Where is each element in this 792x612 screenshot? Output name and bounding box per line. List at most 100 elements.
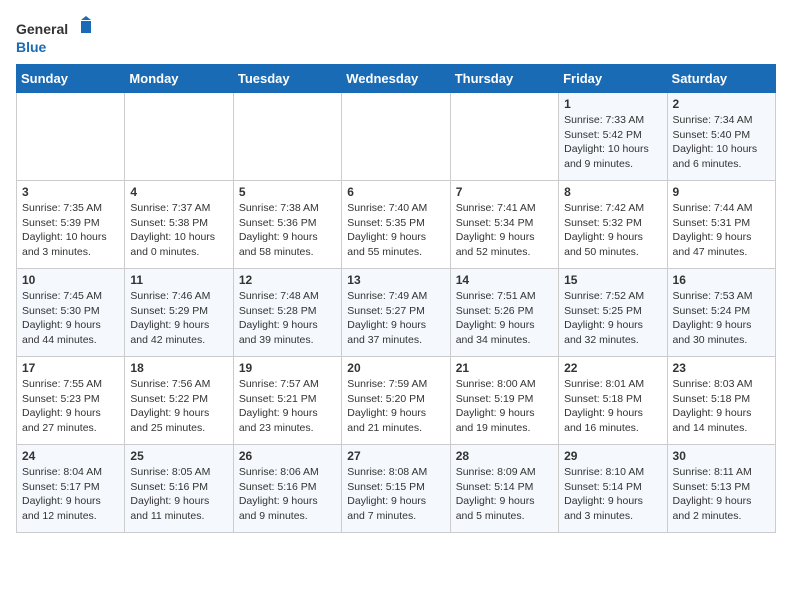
week-row-3: 10 Sunrise: 7:45 AM Sunset: 5:30 PM Dayl… — [17, 269, 776, 357]
day-number: 17 — [22, 361, 119, 375]
sunrise-text: Sunrise: 7:41 AM — [456, 202, 536, 214]
sunrise-text: Sunrise: 8:09 AM — [456, 466, 536, 478]
sunrise-text: Sunrise: 8:11 AM — [673, 466, 752, 478]
day-info: Sunrise: 8:05 AM Sunset: 5:16 PM Dayligh… — [130, 465, 227, 524]
day-info: Sunrise: 7:34 AM Sunset: 5:40 PM Dayligh… — [673, 113, 770, 172]
day-info: Sunrise: 7:59 AM Sunset: 5:20 PM Dayligh… — [347, 377, 444, 436]
week-row-1: 1 Sunrise: 7:33 AM Sunset: 5:42 PM Dayli… — [17, 93, 776, 181]
sunrise-text: Sunrise: 7:49 AM — [347, 290, 427, 302]
sunset-text: Sunset: 5:36 PM — [239, 217, 317, 229]
daylight-text: Daylight: 10 hours and 6 minutes. — [673, 143, 758, 170]
day-info: Sunrise: 7:41 AM Sunset: 5:34 PM Dayligh… — [456, 201, 553, 260]
sunrise-text: Sunrise: 7:59 AM — [347, 378, 427, 390]
day-number: 14 — [456, 273, 553, 287]
calendar-cell: 28 Sunrise: 8:09 AM Sunset: 5:14 PM Dayl… — [450, 445, 558, 533]
calendar-cell: 10 Sunrise: 7:45 AM Sunset: 5:30 PM Dayl… — [17, 269, 125, 357]
sunset-text: Sunset: 5:19 PM — [456, 393, 534, 405]
day-number: 6 — [347, 185, 444, 199]
calendar-cell: 17 Sunrise: 7:55 AM Sunset: 5:23 PM Dayl… — [17, 357, 125, 445]
day-info: Sunrise: 7:45 AM Sunset: 5:30 PM Dayligh… — [22, 289, 119, 348]
sunset-text: Sunset: 5:14 PM — [456, 481, 534, 493]
daylight-text: Daylight: 9 hours and 11 minutes. — [130, 495, 209, 522]
daylight-text: Daylight: 9 hours and 19 minutes. — [456, 407, 535, 434]
day-number: 13 — [347, 273, 444, 287]
sunset-text: Sunset: 5:16 PM — [130, 481, 208, 493]
sunrise-text: Sunrise: 7:45 AM — [22, 290, 102, 302]
sunrise-text: Sunrise: 7:34 AM — [673, 114, 753, 126]
day-header-monday: Monday — [125, 65, 233, 93]
daylight-text: Daylight: 9 hours and 27 minutes. — [22, 407, 101, 434]
week-row-4: 17 Sunrise: 7:55 AM Sunset: 5:23 PM Dayl… — [17, 357, 776, 445]
day-header-wednesday: Wednesday — [342, 65, 450, 93]
daylight-text: Daylight: 9 hours and 25 minutes. — [130, 407, 209, 434]
sunset-text: Sunset: 5:42 PM — [564, 129, 642, 141]
daylight-text: Daylight: 10 hours and 9 minutes. — [564, 143, 649, 170]
daylight-text: Daylight: 9 hours and 34 minutes. — [456, 319, 535, 346]
day-info: Sunrise: 7:49 AM Sunset: 5:27 PM Dayligh… — [347, 289, 444, 348]
sunset-text: Sunset: 5:39 PM — [22, 217, 100, 229]
calendar-cell — [450, 93, 558, 181]
day-info: Sunrise: 8:10 AM Sunset: 5:14 PM Dayligh… — [564, 465, 661, 524]
daylight-text: Daylight: 9 hours and 32 minutes. — [564, 319, 643, 346]
sunrise-text: Sunrise: 7:57 AM — [239, 378, 319, 390]
day-info: Sunrise: 8:03 AM Sunset: 5:18 PM Dayligh… — [673, 377, 770, 436]
day-header-friday: Friday — [559, 65, 667, 93]
day-header-sunday: Sunday — [17, 65, 125, 93]
day-info: Sunrise: 7:52 AM Sunset: 5:25 PM Dayligh… — [564, 289, 661, 348]
day-number: 20 — [347, 361, 444, 375]
day-info: Sunrise: 8:00 AM Sunset: 5:19 PM Dayligh… — [456, 377, 553, 436]
sunset-text: Sunset: 5:30 PM — [22, 305, 100, 317]
day-info: Sunrise: 7:48 AM Sunset: 5:28 PM Dayligh… — [239, 289, 336, 348]
calendar-cell: 30 Sunrise: 8:11 AM Sunset: 5:13 PM Dayl… — [667, 445, 775, 533]
day-number: 12 — [239, 273, 336, 287]
day-number: 5 — [239, 185, 336, 199]
sunrise-text: Sunrise: 7:35 AM — [22, 202, 102, 214]
daylight-text: Daylight: 10 hours and 0 minutes. — [130, 231, 215, 258]
day-number: 10 — [22, 273, 119, 287]
daylight-text: Daylight: 9 hours and 23 minutes. — [239, 407, 318, 434]
calendar-cell: 21 Sunrise: 8:00 AM Sunset: 5:19 PM Dayl… — [450, 357, 558, 445]
sunrise-text: Sunrise: 8:00 AM — [456, 378, 536, 390]
sunset-text: Sunset: 5:13 PM — [673, 481, 751, 493]
day-info: Sunrise: 7:53 AM Sunset: 5:24 PM Dayligh… — [673, 289, 770, 348]
daylight-text: Daylight: 9 hours and 16 minutes. — [564, 407, 643, 434]
day-number: 19 — [239, 361, 336, 375]
calendar-cell: 15 Sunrise: 7:52 AM Sunset: 5:25 PM Dayl… — [559, 269, 667, 357]
calendar-cell: 26 Sunrise: 8:06 AM Sunset: 5:16 PM Dayl… — [233, 445, 341, 533]
sunrise-text: Sunrise: 7:56 AM — [130, 378, 210, 390]
calendar-cell: 16 Sunrise: 7:53 AM Sunset: 5:24 PM Dayl… — [667, 269, 775, 357]
day-number: 24 — [22, 449, 119, 463]
sunset-text: Sunset: 5:28 PM — [239, 305, 317, 317]
calendar-cell: 8 Sunrise: 7:42 AM Sunset: 5:32 PM Dayli… — [559, 181, 667, 269]
day-info: Sunrise: 7:42 AM Sunset: 5:32 PM Dayligh… — [564, 201, 661, 260]
day-info: Sunrise: 7:38 AM Sunset: 5:36 PM Dayligh… — [239, 201, 336, 260]
week-row-2: 3 Sunrise: 7:35 AM Sunset: 5:39 PM Dayli… — [17, 181, 776, 269]
sunrise-text: Sunrise: 7:48 AM — [239, 290, 319, 302]
sunrise-text: Sunrise: 7:38 AM — [239, 202, 319, 214]
calendar-cell: 7 Sunrise: 7:41 AM Sunset: 5:34 PM Dayli… — [450, 181, 558, 269]
day-number: 2 — [673, 97, 770, 111]
sunrise-text: Sunrise: 8:10 AM — [564, 466, 644, 478]
sunset-text: Sunset: 5:15 PM — [347, 481, 425, 493]
sunrise-text: Sunrise: 7:33 AM — [564, 114, 644, 126]
day-info: Sunrise: 7:46 AM Sunset: 5:29 PM Dayligh… — [130, 289, 227, 348]
day-number: 29 — [564, 449, 661, 463]
day-info: Sunrise: 7:57 AM Sunset: 5:21 PM Dayligh… — [239, 377, 336, 436]
calendar-cell: 3 Sunrise: 7:35 AM Sunset: 5:39 PM Dayli… — [17, 181, 125, 269]
daylight-text: Daylight: 9 hours and 58 minutes. — [239, 231, 318, 258]
day-number: 16 — [673, 273, 770, 287]
svg-text:Blue: Blue — [16, 39, 47, 55]
day-number: 3 — [22, 185, 119, 199]
calendar-cell: 29 Sunrise: 8:10 AM Sunset: 5:14 PM Dayl… — [559, 445, 667, 533]
sunset-text: Sunset: 5:20 PM — [347, 393, 425, 405]
daylight-text: Daylight: 9 hours and 44 minutes. — [22, 319, 101, 346]
sunset-text: Sunset: 5:22 PM — [130, 393, 208, 405]
calendar-cell: 13 Sunrise: 7:49 AM Sunset: 5:27 PM Dayl… — [342, 269, 450, 357]
day-number: 28 — [456, 449, 553, 463]
day-info: Sunrise: 7:33 AM Sunset: 5:42 PM Dayligh… — [564, 113, 661, 172]
sunset-text: Sunset: 5:18 PM — [673, 393, 751, 405]
calendar-cell: 24 Sunrise: 8:04 AM Sunset: 5:17 PM Dayl… — [17, 445, 125, 533]
calendar-cell: 9 Sunrise: 7:44 AM Sunset: 5:31 PM Dayli… — [667, 181, 775, 269]
daylight-text: Daylight: 9 hours and 37 minutes. — [347, 319, 426, 346]
day-number: 21 — [456, 361, 553, 375]
